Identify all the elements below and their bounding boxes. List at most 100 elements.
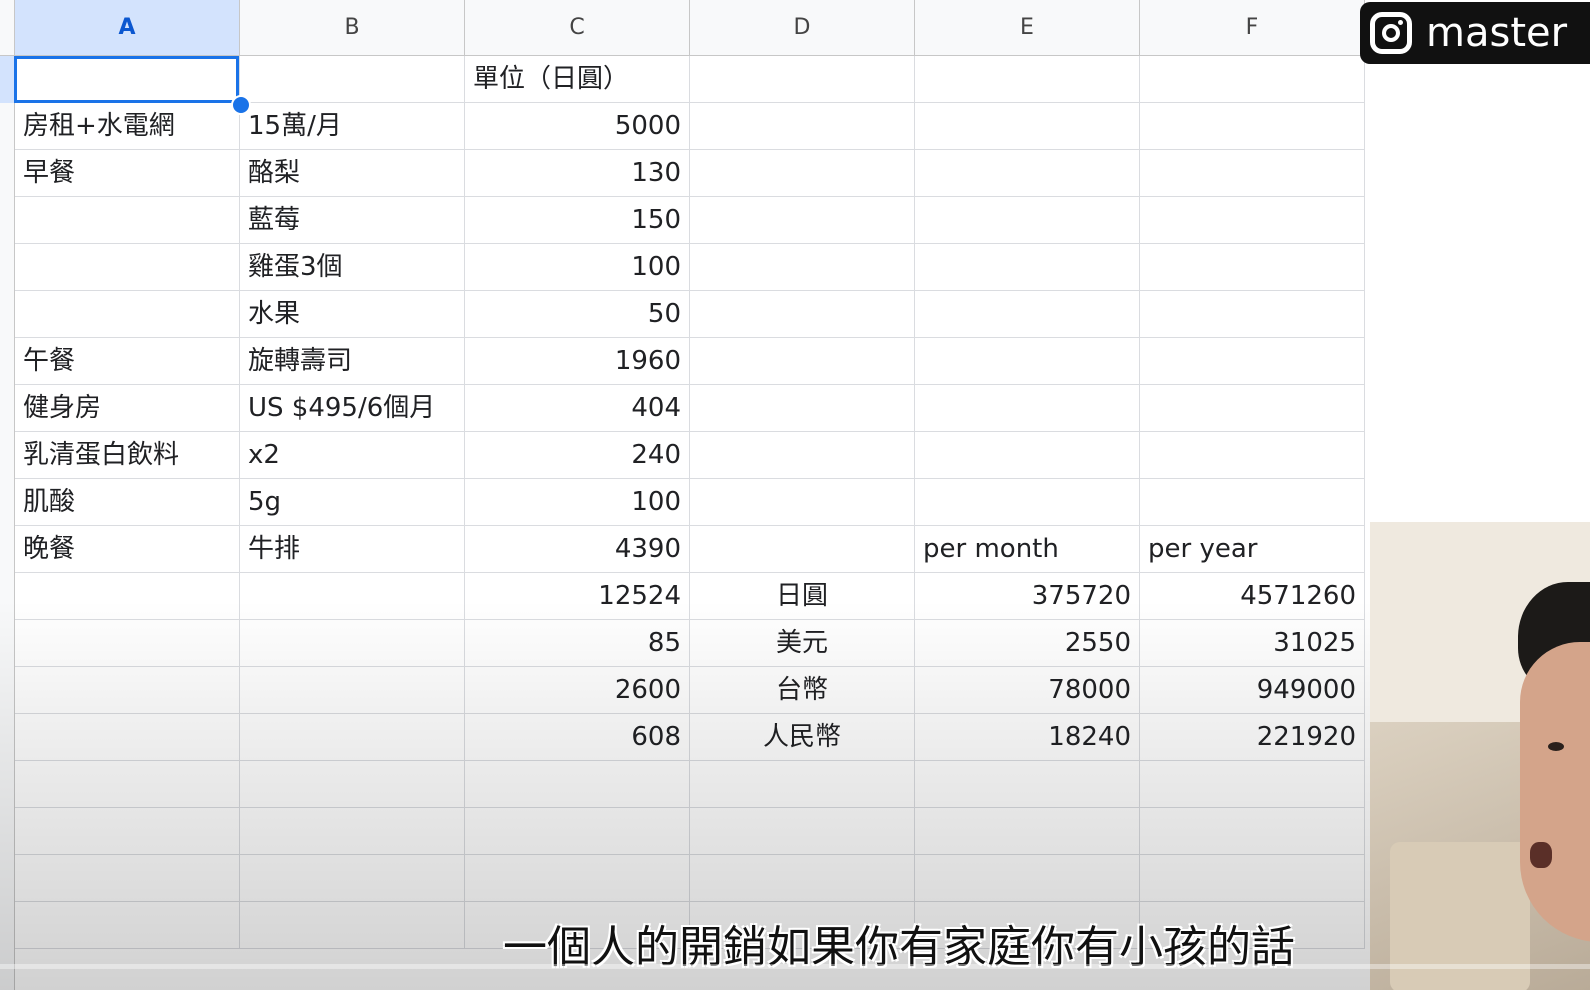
cell-b5[interactable]: 雞蛋3個 bbox=[240, 244, 465, 291]
cell-f11[interactable]: per year bbox=[1140, 526, 1365, 573]
cell-a17[interactable] bbox=[15, 808, 240, 855]
cell-b16[interactable] bbox=[240, 761, 465, 808]
cell-f2[interactable] bbox=[1140, 103, 1365, 150]
cell-b6[interactable]: 水果 bbox=[240, 291, 465, 338]
cell-b19[interactable] bbox=[240, 902, 465, 949]
cell-d16[interactable] bbox=[690, 761, 915, 808]
cell-b14[interactable] bbox=[240, 667, 465, 714]
cell-e3[interactable] bbox=[915, 150, 1140, 197]
cell-b3[interactable]: 酪梨 bbox=[240, 150, 465, 197]
cell-e8[interactable] bbox=[915, 385, 1140, 432]
cell-a5[interactable] bbox=[15, 244, 240, 291]
cell-c6[interactable]: 50 bbox=[465, 291, 690, 338]
cell-a16[interactable] bbox=[15, 761, 240, 808]
cell-a9[interactable]: 乳清蛋白飲料 bbox=[15, 432, 240, 479]
cell-b4[interactable]: 藍莓 bbox=[240, 197, 465, 244]
cell-a2[interactable]: 房租+水電網 bbox=[15, 103, 240, 150]
cell-c13[interactable]: 85 bbox=[465, 620, 690, 667]
cell-c1[interactable]: 單位（日圓） bbox=[465, 56, 690, 103]
cell-f9[interactable] bbox=[1140, 432, 1365, 479]
cell-d9[interactable] bbox=[690, 432, 915, 479]
cell-a11[interactable]: 晚餐 bbox=[15, 526, 240, 573]
cell-f18[interactable] bbox=[1140, 855, 1365, 902]
cell-d8[interactable] bbox=[690, 385, 915, 432]
cell-b18[interactable] bbox=[240, 855, 465, 902]
cell-a14[interactable] bbox=[15, 667, 240, 714]
cell-e9[interactable] bbox=[915, 432, 1140, 479]
cell-f4[interactable] bbox=[1140, 197, 1365, 244]
cell-b15[interactable] bbox=[240, 714, 465, 761]
cell-a13[interactable] bbox=[15, 620, 240, 667]
cell-d7[interactable] bbox=[690, 338, 915, 385]
cell-d14[interactable]: 台幣 bbox=[690, 667, 915, 714]
cell-c18[interactable] bbox=[465, 855, 690, 902]
cell-c10[interactable]: 100 bbox=[465, 479, 690, 526]
cell-a12[interactable] bbox=[15, 573, 240, 620]
selected-cell-outline[interactable] bbox=[14, 56, 239, 103]
cell-f10[interactable] bbox=[1140, 479, 1365, 526]
row-header-selected[interactable] bbox=[0, 56, 14, 103]
cell-b2[interactable]: 15萬/月 bbox=[240, 103, 465, 150]
cell-e7[interactable] bbox=[915, 338, 1140, 385]
cell-d2[interactable] bbox=[690, 103, 915, 150]
cell-c15[interactable]: 608 bbox=[465, 714, 690, 761]
cell-c3[interactable]: 130 bbox=[465, 150, 690, 197]
cell-c17[interactable] bbox=[465, 808, 690, 855]
cell-d18[interactable] bbox=[690, 855, 915, 902]
cell-a19[interactable] bbox=[15, 902, 240, 949]
cell-d4[interactable] bbox=[690, 197, 915, 244]
cell-c16[interactable] bbox=[465, 761, 690, 808]
cell-c5[interactable]: 100 bbox=[465, 244, 690, 291]
column-header-d[interactable]: D bbox=[690, 0, 915, 56]
column-header-b[interactable]: B bbox=[240, 0, 465, 56]
cell-e10[interactable] bbox=[915, 479, 1140, 526]
cell-f6[interactable] bbox=[1140, 291, 1365, 338]
cell-b17[interactable] bbox=[240, 808, 465, 855]
cell-f12[interactable]: 4571260 bbox=[1140, 573, 1365, 620]
cell-c11[interactable]: 4390 bbox=[465, 526, 690, 573]
cell-b13[interactable] bbox=[240, 620, 465, 667]
cell-b8[interactable]: US $495/6個月 bbox=[240, 385, 465, 432]
video-progress-bar[interactable] bbox=[0, 964, 1590, 969]
column-header-f[interactable]: F bbox=[1140, 0, 1365, 56]
cell-a4[interactable] bbox=[15, 197, 240, 244]
cell-d1[interactable] bbox=[690, 56, 915, 103]
cell-f13[interactable]: 31025 bbox=[1140, 620, 1365, 667]
cell-e15[interactable]: 18240 bbox=[915, 714, 1140, 761]
cell-f3[interactable] bbox=[1140, 150, 1365, 197]
cell-e6[interactable] bbox=[915, 291, 1140, 338]
cell-f1[interactable] bbox=[1140, 56, 1365, 103]
cell-b7[interactable]: 旋轉壽司 bbox=[240, 338, 465, 385]
cell-a8[interactable]: 健身房 bbox=[15, 385, 240, 432]
cell-e5[interactable] bbox=[915, 244, 1140, 291]
cell-d6[interactable] bbox=[690, 291, 915, 338]
cell-d3[interactable] bbox=[690, 150, 915, 197]
cell-b11[interactable]: 牛排 bbox=[240, 526, 465, 573]
cell-c2[interactable]: 5000 bbox=[465, 103, 690, 150]
cell-f8[interactable] bbox=[1140, 385, 1365, 432]
cell-c9[interactable]: 240 bbox=[465, 432, 690, 479]
cell-d5[interactable] bbox=[690, 244, 915, 291]
cell-e11[interactable]: per month bbox=[915, 526, 1140, 573]
cell-c7[interactable]: 1960 bbox=[465, 338, 690, 385]
cell-d10[interactable] bbox=[690, 479, 915, 526]
cell-a3[interactable]: 早餐 bbox=[15, 150, 240, 197]
fill-handle[interactable] bbox=[231, 95, 251, 115]
cell-c14[interactable]: 2600 bbox=[465, 667, 690, 714]
cell-c8[interactable]: 404 bbox=[465, 385, 690, 432]
column-header-a[interactable]: A bbox=[15, 0, 240, 56]
cell-e14[interactable]: 78000 bbox=[915, 667, 1140, 714]
cell-e4[interactable] bbox=[915, 197, 1140, 244]
cell-a18[interactable] bbox=[15, 855, 240, 902]
cell-a15[interactable] bbox=[15, 714, 240, 761]
cell-b9[interactable]: x2 bbox=[240, 432, 465, 479]
select-all-corner[interactable] bbox=[0, 0, 15, 56]
cell-d15[interactable]: 人民幣 bbox=[690, 714, 915, 761]
cell-e1[interactable] bbox=[915, 56, 1140, 103]
cell-f15[interactable]: 221920 bbox=[1140, 714, 1365, 761]
cell-b10[interactable]: 5g bbox=[240, 479, 465, 526]
cell-e13[interactable]: 2550 bbox=[915, 620, 1140, 667]
cell-c12[interactable]: 12524 bbox=[465, 573, 690, 620]
cell-b12[interactable] bbox=[240, 573, 465, 620]
cell-a6[interactable] bbox=[15, 291, 240, 338]
